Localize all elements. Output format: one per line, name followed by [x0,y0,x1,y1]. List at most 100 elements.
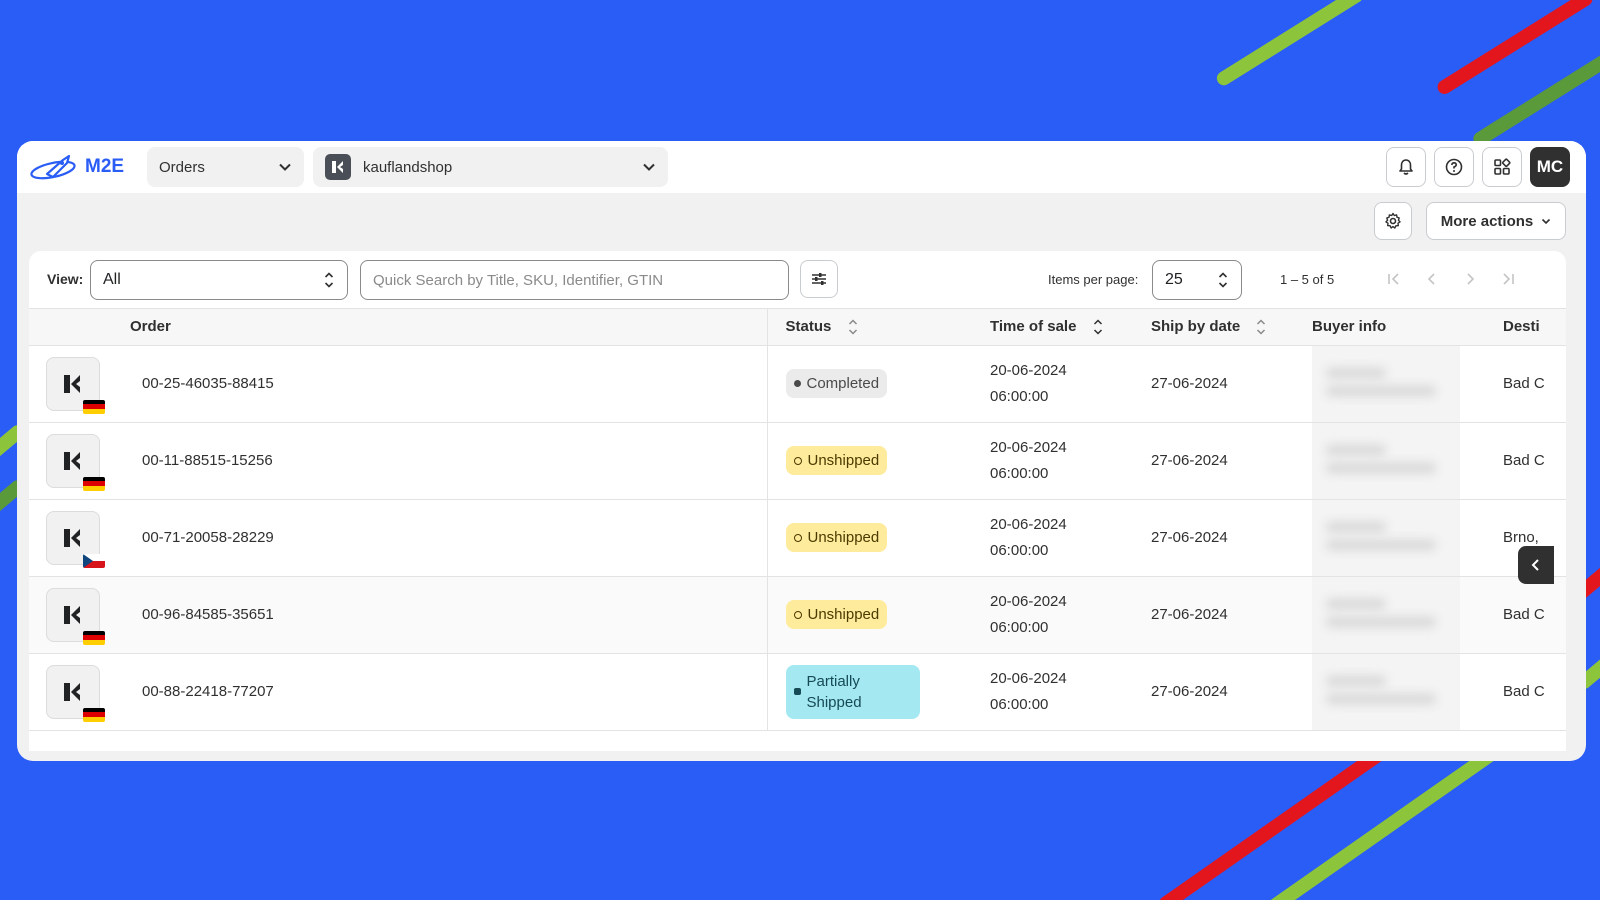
logo-text: M2E [85,156,125,177]
sale-date: 20-06-2024 [990,669,1067,687]
time-of-sale-header-label: Time of sale [990,317,1077,335]
order-id[interactable]: 00-96-84585-35651 [142,606,274,623]
prev-page-button[interactable] [1422,269,1442,289]
thumb-cell [29,345,130,423]
shop-dropdown[interactable]: kauflandshop [313,147,668,187]
flag-de-icon [83,399,105,414]
ship-by-date-header-label: Ship by date [1151,317,1241,335]
status-header-label: Status [785,317,832,335]
buyer-info-cell [1312,653,1479,731]
search-input[interactable] [373,271,776,289]
decor-stripe [1156,740,1394,900]
first-page-button[interactable] [1384,269,1404,289]
order-header-label: Order [130,318,171,336]
orders-table: Order Status Time of sale Ship by date B… [29,309,1566,731]
items-per-page-value: 25 [1165,271,1183,288]
kaufland-k-icon [64,374,80,393]
table-row[interactable]: 00-96-84585-35651 Unshipped 20-06-2024 06:0… [29,576,1566,654]
sale-time: 06:00:00 [990,541,1049,559]
destination-cell: Bad C [1479,653,1566,731]
more-actions-label: More actions [1440,212,1534,230]
status-cell: Unshipped [767,422,990,500]
settings-button[interactable] [1374,202,1412,240]
sale-date: 20-06-2024 [990,515,1067,533]
time-of-sale-cell: 20-06-2024 06:00:00 [990,422,1151,500]
collapse-panel-button[interactable] [1518,546,1554,584]
table-row[interactable]: 00-88-22418-77207 Partially Shipped 20-06-… [29,653,1566,731]
search-field[interactable] [360,260,789,300]
rocket-logo-icon [30,154,76,180]
order-id[interactable]: 00-11-88515-15256 [142,452,273,469]
sort-icon [1257,319,1266,335]
order-id[interactable]: 00-88-22418-77207 [142,683,274,700]
destination-text: Bad C [1503,452,1545,469]
chevron-right-icon [1467,273,1475,285]
order-id[interactable]: 00-25-46035-88415 [142,375,274,392]
more-actions-button[interactable]: More actions [1426,202,1566,240]
last-page-icon [1503,273,1514,285]
order-id-cell[interactable]: 00-96-84585-35651 [130,576,768,654]
sort-icon [1093,319,1102,335]
sale-time: 06:00:00 [990,464,1049,482]
apps-button[interactable] [1482,147,1522,187]
last-page-button[interactable] [1498,269,1518,289]
order-id-cell[interactable]: 00-11-88515-15256 [130,422,768,500]
sale-date: 20-06-2024 [990,438,1067,456]
status-cell: Completed [767,345,990,423]
status-dot-icon [793,533,802,542]
section-dropdown[interactable]: Orders [147,147,304,187]
notifications-button[interactable] [1386,147,1426,187]
thumb-cell [29,653,130,731]
select-arrows-icon [1218,272,1228,288]
flag-de-icon [83,707,105,722]
destination-text: Bad C [1503,375,1545,392]
bell-icon [1399,159,1413,175]
user-avatar[interactable]: MC [1530,147,1570,187]
app-window: M2E Orders kauflandshop MC More actions … [17,141,1586,761]
table-row[interactable]: 00-11-88515-15256 Unshipped 20-06-2024 06:0… [29,422,1566,500]
sale-date: 20-06-2024 [990,361,1067,379]
pagination-range: 1 – 5 of 5 [1280,272,1335,287]
items-per-page-select[interactable]: 25 [1152,260,1242,300]
status-column-header[interactable]: Status [767,309,990,346]
order-id-cell[interactable]: 00-71-20058-28229 [130,499,768,577]
table-row[interactable]: 00-71-20058-28229 Unshipped 20-06-2024 06:0… [29,499,1566,577]
help-button[interactable] [1434,147,1474,187]
filter-toggle-button[interactable] [800,260,838,298]
decor-stripe [1214,0,1366,88]
sale-time: 06:00:00 [990,387,1049,405]
order-id[interactable]: 00-71-20058-28229 [142,529,274,546]
next-page-button[interactable] [1460,269,1480,289]
time-of-sale-column-header[interactable]: Time of sale [990,309,1151,346]
kaufland-thumbnail [46,587,105,645]
select-arrows-icon [324,272,334,288]
ship-by-date: 27-06-2024 [1151,375,1228,392]
status-badge: Completed [785,369,888,398]
ship-by-date: 27-06-2024 [1151,606,1228,623]
order-id-cell[interactable]: 00-88-22418-77207 [130,653,768,731]
sale-date: 20-06-2024 [990,592,1067,610]
buyer-info-redacted [1312,499,1460,576]
status-label: Unshipped [807,452,880,469]
apps-grid-icon [1494,158,1511,175]
kaufland-k-icon [64,451,80,470]
buyer-info-cell [1312,499,1479,577]
kaufland-k-icon [64,528,80,547]
view-label: View: [47,271,84,287]
buyer-info-cell [1312,576,1479,654]
thumb-cell [29,499,130,577]
top-bar: M2E Orders kauflandshop MC [17,141,1586,193]
buyer-info-redacted [1312,653,1460,730]
order-id-cell[interactable]: 00-25-46035-88415 [130,345,768,423]
order-column-header: Order [130,309,768,346]
ship-by-date-column-header[interactable]: Ship by date [1151,309,1312,346]
app-logo[interactable]: M2E [29,152,141,182]
kaufland-thumbnail [46,433,105,491]
table-row[interactable]: 00-25-46035-88415 Completed 20-06-2024 06:0… [29,345,1566,423]
thumb-cell [29,422,130,500]
pagination-controls [1384,269,1518,289]
view-select[interactable]: All [90,260,348,300]
kaufland-thumbnail [46,356,105,414]
time-of-sale-cell: 20-06-2024 06:00:00 [990,576,1151,654]
sort-icon [848,319,857,335]
